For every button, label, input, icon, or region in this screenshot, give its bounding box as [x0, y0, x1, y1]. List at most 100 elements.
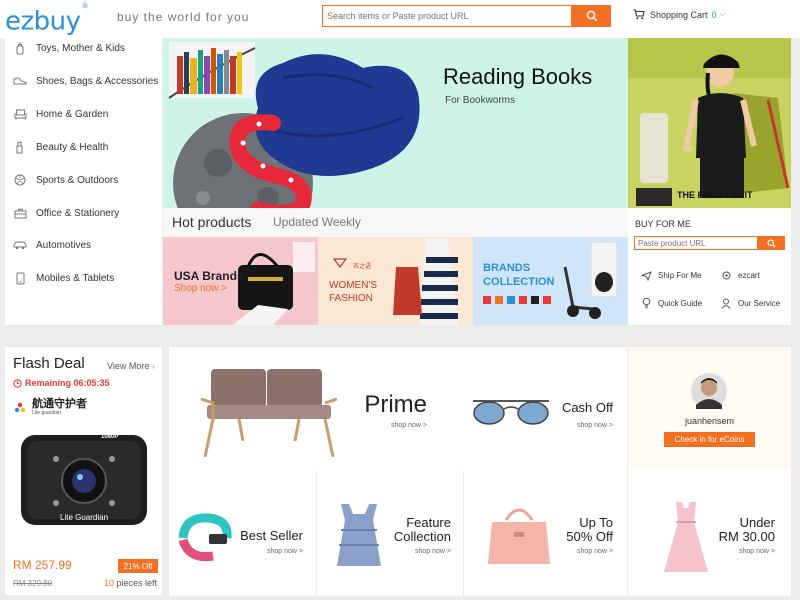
promo-title-line2: Collection [393, 529, 451, 544]
tile-usa-brands[interactable]: USA Brands Shop now > [163, 237, 318, 325]
sidebar-item-automotives[interactable]: Automotives [5, 234, 162, 256]
sidebar-item-beauty[interactable]: Beauty & Health [5, 136, 162, 158]
chevron-right-icon: › [151, 361, 155, 371]
tile-title: USA Brands [174, 269, 244, 283]
banner-title: Reading Books [443, 64, 593, 89]
main-banner-reading-books[interactable]: Reading Books For Bookworms [163, 38, 628, 208]
tagline: buy the world for you [117, 10, 250, 24]
quick-guide-link[interactable]: Quick Guide [640, 297, 702, 309]
avatar [691, 373, 727, 409]
sidebar-item-toys[interactable]: Toys, Mother & Kids [5, 37, 162, 59]
promo-title: Best Seller [240, 528, 303, 543]
device-resolution: 1080P [101, 434, 119, 440]
username: juanhensem [684, 416, 735, 426]
ezcart-link[interactable]: ezcart [720, 269, 760, 281]
car-icon [13, 238, 27, 252]
bench-illustration [200, 369, 338, 458]
promo-title-line1: Under [739, 515, 775, 530]
promo-up-to-50-off[interactable]: Up To 50% Off shop now > [464, 470, 627, 596]
buy-search-button[interactable] [758, 236, 785, 250]
shopping-cart[interactable]: Shopping Cart 0 ⌵ [633, 9, 725, 20]
shop-now-link[interactable]: shop now > [577, 548, 613, 555]
buy-for-me-panel: BUY FOR ME Ship For Me ezcart Quick Guid… [628, 208, 791, 325]
sidebar-item-home[interactable]: Home & Garden [5, 103, 162, 125]
fashion-banner[interactable]: THE FINEST EDIT [628, 38, 791, 208]
view-more-link[interactable]: View More › [107, 361, 155, 371]
category-sidebar: Toys, Mother & Kids Shoes, Bags & Access… [5, 38, 162, 325]
sidebar-item-shoes[interactable]: Shoes, Bags & Accessories [5, 70, 162, 92]
hot-products-header: Hot products Updated Weekly [163, 208, 628, 237]
service-label: ezcart [738, 270, 760, 280]
our-service-link[interactable]: Our Service [720, 297, 780, 309]
baby-bottle-icon [13, 41, 27, 55]
shop-now-link[interactable]: shop now > [577, 422, 613, 429]
countdown-text: Remaining 06:05:35 [25, 378, 110, 388]
promo-feature-collection[interactable]: Feature Collection shop now > [317, 470, 463, 596]
original-price: RM 329.80 [13, 579, 53, 588]
stock-remaining: 10 pieces left [104, 578, 157, 588]
sidebar-item-label: Beauty & Health [36, 141, 109, 153]
sidebar-item-mobiles[interactable]: Mobiles & Tablets [5, 267, 162, 289]
search-icon [586, 10, 597, 22]
promo-under-rm30[interactable]: Under RM 30.00 shop now > [628, 470, 791, 596]
sunglasses-illustration [473, 400, 549, 425]
shop-now-link[interactable]: shop now > [267, 548, 303, 555]
ezbuy-logo[interactable]: ezbuy® [5, 2, 88, 37]
section-subtitle: Updated Weekly [273, 215, 361, 229]
promo-title-line1: Up To [579, 515, 613, 530]
product-url-input[interactable] [634, 236, 758, 250]
flash-countdown: Remaining 06:05:35 [13, 378, 110, 388]
promo-title-line1: Feature [406, 515, 451, 530]
sidebar-item-label: Office & Stationery [36, 207, 120, 219]
sidebar-item-sports[interactable]: Sports & Outdoors [5, 169, 162, 191]
sidebar-item-label: Automotives [36, 239, 92, 251]
promo-title: Cash Off [561, 400, 613, 415]
stock-suffix: pieces left [116, 578, 158, 588]
bulb-icon [640, 297, 652, 309]
promo-prime[interactable]: Prime shop now > [169, 347, 463, 470]
device-label: Lite Guardian [60, 513, 109, 522]
sofa-icon [13, 107, 27, 121]
sidebar-item-label: Shoes, Bags & Accessories [36, 75, 159, 87]
pink-dress-illustration [664, 502, 708, 572]
sidebar-item-office[interactable]: Office & Stationery [5, 202, 162, 224]
flash-deal-title: Flash Deal [13, 355, 85, 372]
promo-title: Prime [364, 391, 427, 418]
tile-womens-fashion[interactable]: 衣之语 WOMEN'S FASHION [318, 237, 473, 325]
flash-deal-panel[interactable]: Flash Deal View More › Remaining 06:05:3… [5, 347, 162, 595]
tile-title: WOMEN'S FASHION [329, 280, 378, 304]
search-button[interactable] [572, 5, 611, 27]
shop-now-link[interactable]: shop now > [391, 422, 427, 429]
product-brand: 航通守护者 Lite guardian [13, 399, 87, 416]
fitness-band-illustration [178, 513, 232, 562]
brand-logo-icon [14, 402, 26, 412]
check-in-button[interactable]: Check in for eCoins [664, 432, 755, 447]
service-label: Ship For Me [658, 270, 702, 280]
ship-for-me-link[interactable]: Ship For Me [640, 269, 702, 281]
section-title: Hot products [172, 214, 252, 230]
promo-cash-off[interactable]: Cash Off shop now > [463, 347, 627, 470]
stock-number: 10 [104, 578, 115, 588]
shoe-icon [13, 74, 27, 88]
person-icon [720, 297, 732, 309]
clock-icon [13, 378, 22, 388]
shop-now-link[interactable]: shop now > [739, 548, 775, 555]
pink-handbag-illustration [488, 508, 550, 564]
promo-title-line2: 50% Off [566, 529, 613, 544]
ball-icon [13, 173, 27, 187]
tile-brands-collection[interactable]: BRANDS COLLECTION [473, 237, 628, 325]
view-more-label: View More [107, 361, 150, 371]
buy-for-me-title: BUY FOR ME [635, 219, 691, 229]
logo-text: ezbuy [5, 6, 81, 37]
promo-title-line2: RM 30.00 [718, 529, 775, 544]
brand-name-cn: 航通守护者 [32, 398, 87, 410]
service-label: Our Service [738, 298, 781, 308]
top-illustration [337, 504, 381, 566]
promo-best-seller[interactable]: Best Seller shop now > [169, 470, 316, 596]
search-icon [767, 238, 776, 248]
brand-name-en: Lite guardian [32, 410, 61, 416]
search-input[interactable] [322, 5, 572, 27]
shop-now-link[interactable]: shop now > [415, 548, 451, 555]
phone-icon [13, 271, 27, 285]
sidebar-item-label: Sports & Outdoors [36, 174, 119, 186]
